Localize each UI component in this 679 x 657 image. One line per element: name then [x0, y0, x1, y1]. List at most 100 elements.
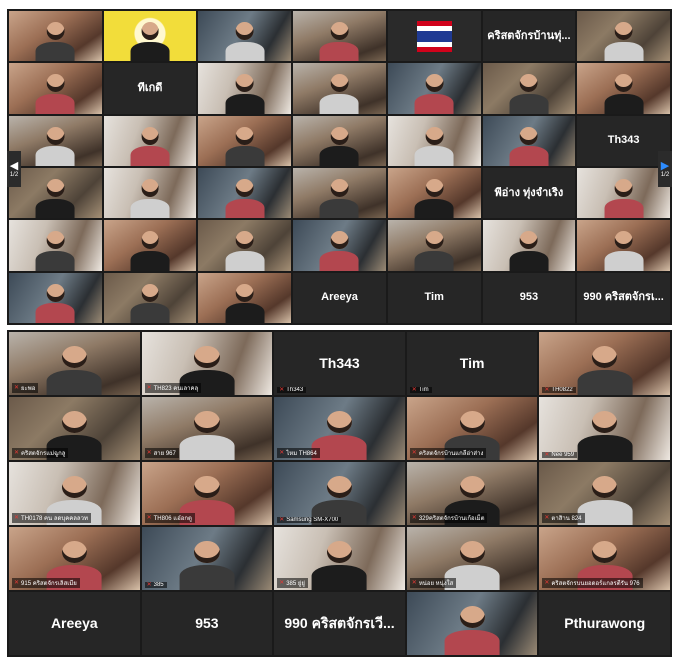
participant-tile[interactable]: ✕ 385	[141, 527, 273, 590]
participant-video	[46, 345, 102, 395]
mic-muted-icon: ✕	[411, 515, 417, 521]
participant-tile[interactable]	[577, 11, 670, 62]
participant-tile[interactable]	[406, 592, 538, 655]
participant-name: ทีเกดี	[137, 81, 163, 94]
participant-tile[interactable]	[293, 167, 386, 219]
chevron-left-icon: ◀	[9, 159, 19, 172]
participant-tile[interactable]	[293, 63, 386, 114]
participant-tile[interactable]: Tim	[387, 272, 481, 323]
participant-name-tag-text: TH0822	[551, 387, 573, 393]
participant-name: 990 คริสตจักรเวี...	[284, 615, 395, 632]
participant-tile[interactable]	[9, 220, 102, 271]
participant-tile[interactable]	[198, 167, 292, 219]
participant-tile[interactable]	[103, 272, 197, 323]
participant-tile[interactable]: 990 คริสตจักรเ...	[577, 272, 670, 323]
participant-tile[interactable]: ✕ 915 คริสตจักรเลิสเมีย	[9, 527, 140, 590]
mic-muted-icon: ✕	[544, 452, 550, 458]
participant-video	[444, 605, 500, 655]
participant-tile[interactable]: ✕ TH806 แอ๋อกตู	[141, 462, 273, 525]
participant-tile[interactable]: Th343 ✕ Th343	[274, 332, 405, 395]
participant-tile[interactable]	[198, 11, 292, 62]
participant-tile[interactable]	[9, 167, 102, 219]
participant-tile[interactable]	[293, 115, 386, 166]
participant-video	[312, 410, 367, 460]
bottom-meeting-gallery: ✕ ยะพอ ✕ TH823 คนเลาคลุ Th343 ✕ Th343 Tim ✕ Tim ✕ T…	[7, 330, 672, 657]
previous-page-button[interactable]: ◀ 1/2	[7, 151, 21, 187]
participant-tile[interactable]: ✕ คริสตจักรบนยอดอร์แกลรตีรัน 976	[539, 527, 670, 590]
participant-tile[interactable]	[198, 115, 292, 166]
participant-tile[interactable]	[577, 220, 670, 271]
participant-tile[interactable]	[9, 63, 102, 114]
participant-tile[interactable]: ✕ Nee 959	[539, 397, 670, 460]
participant-tile[interactable]: 990 คริสตจักรเวี...	[274, 592, 405, 655]
participant-tile[interactable]	[103, 220, 197, 271]
participant-tile[interactable]	[577, 167, 670, 219]
participant-tile[interactable]: ✕ ตาสิาน 824	[539, 462, 670, 525]
participant-video	[225, 179, 265, 219]
participant-tile[interactable]	[387, 63, 481, 114]
participant-name-tag: ✕ คริสตจักรบนยอดอร์แกลรตีรัน 976	[542, 578, 643, 588]
participant-tile[interactable]: ✕ หน่อย หนุ่งใส	[406, 527, 538, 590]
next-page-button[interactable]: ▶ 1/2	[658, 151, 672, 187]
participant-name-tag: ✕ Nee 959	[542, 452, 578, 458]
participant-tile[interactable]: ✕ TH0822	[539, 332, 670, 395]
mic-muted-icon: ✕	[14, 580, 20, 586]
participant-tile[interactable]	[103, 115, 197, 166]
participant-tile[interactable]	[9, 115, 102, 166]
participant-tile[interactable]	[9, 272, 102, 323]
participant-tile[interactable]	[198, 63, 292, 114]
participant-tile[interactable]: 953	[482, 272, 576, 323]
participant-name-tag-text: คริสตจักรแม่ฉูกลู	[21, 451, 66, 457]
participant-name-tag: ✕ 329คริสตจักรบ้านเก้อเม็ต	[409, 513, 488, 523]
participant-tile[interactable]: ✕ ยะพอ	[9, 332, 140, 395]
participant-video	[35, 74, 75, 114]
participant-name-tag: ✕ TH823 คนเลาคลุ	[144, 383, 202, 393]
participant-tile[interactable]	[293, 220, 386, 271]
participant-name-tag-text: 329คริสตจักรบ้านเก้อเม็ต	[418, 516, 485, 522]
participant-tile[interactable]	[293, 11, 386, 62]
participant-tile[interactable]	[482, 115, 576, 166]
participant-tile[interactable]: Tim ✕ Tim	[406, 332, 538, 395]
participant-video	[577, 475, 633, 525]
participant-tile[interactable]	[482, 220, 576, 271]
participant-tile[interactable]: ✕ TH0178 คน ลดบุคคลลวท	[9, 462, 140, 525]
participant-tile[interactable]: Pthurawong	[539, 592, 670, 655]
participant-name-tag: ✕ TH0178 คน ลดบุคคลลวท	[12, 513, 91, 523]
participant-tile[interactable]	[482, 63, 576, 114]
participant-tile[interactable]: Areeya	[293, 272, 386, 323]
participant-tile[interactable]: ✕ Samsung SM-X700	[274, 462, 405, 525]
participant-tile[interactable]: ✕ ไหม TH864	[274, 397, 405, 460]
participant-tile[interactable]	[198, 220, 292, 271]
participant-video	[320, 126, 359, 166]
participant-tile[interactable]	[103, 11, 197, 62]
participant-tile[interactable]: 953	[141, 592, 273, 655]
participant-tile[interactable]	[577, 63, 670, 114]
participant-tile[interactable]	[9, 11, 102, 62]
participant-tile[interactable]: ✕ คริสตจักรบ้านแกลีอ่าส่าง	[406, 397, 538, 460]
participant-tile[interactable]	[387, 167, 481, 219]
participant-name-tag-text: คริสตจักรบนยอดอร์แกลรตีรัน 976	[551, 581, 640, 587]
participant-tile[interactable]	[387, 220, 481, 271]
participant-tile[interactable]	[387, 11, 481, 62]
participant-tile[interactable]: ✕ 329คริสตจักรบ้านเก้อเม็ต	[406, 462, 538, 525]
participant-tile[interactable]: ✕ TH823 คนเลาคลุ	[141, 332, 273, 395]
participant-name-tag-text: สาย 967	[153, 451, 176, 457]
participant-video	[35, 126, 75, 166]
participant-tile[interactable]: คริสตจักรบ้านทุ่...	[482, 11, 576, 62]
participant-tile[interactable]	[387, 115, 481, 166]
participant-video	[577, 410, 633, 460]
participant-name-tag: ✕ ไหม TH864	[277, 448, 320, 458]
participant-video	[509, 126, 549, 166]
participant-tile[interactable]	[103, 167, 197, 219]
participant-tile[interactable]	[198, 272, 292, 323]
participant-tile[interactable]: ✕ 385 ยู่ยู่	[274, 527, 405, 590]
participant-tile[interactable]: ✕ คริสตจักรแม่ฉูกลู	[9, 397, 140, 460]
participant-name-tag-text: 385 ยู่ยู่	[286, 581, 305, 587]
participant-tile[interactable]: Th343	[577, 115, 670, 166]
participant-tile[interactable]: ทีเกดี	[103, 63, 197, 114]
participant-tile[interactable]: พี่อ่าง ทุ่งจำเริง	[482, 167, 576, 219]
participant-tile[interactable]: ✕ สาย 967	[141, 397, 273, 460]
participant-tile[interactable]: Areeya	[9, 592, 140, 655]
participant-name-tag: ✕ 385	[144, 582, 167, 588]
mic-muted-icon: ✕	[544, 515, 550, 521]
